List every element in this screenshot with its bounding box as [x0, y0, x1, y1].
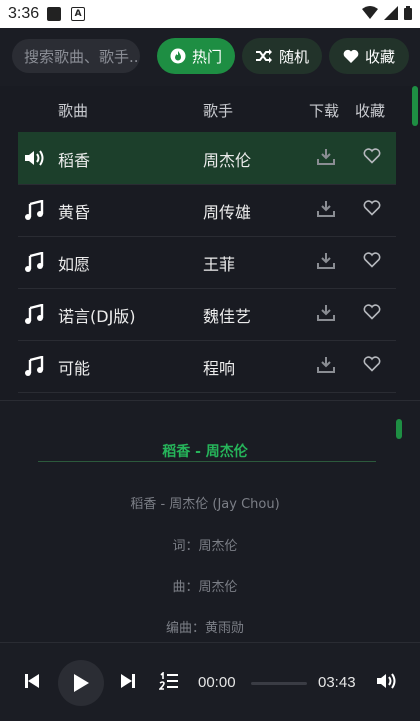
- volume-icon: [377, 673, 396, 689]
- current-time: 00:00: [198, 674, 236, 691]
- lyric-line: 编曲：黄雨勋: [165, 621, 244, 636]
- previous-button[interactable]: [24, 673, 40, 689]
- song-table: 歌曲 歌手 下载 收藏 稻香 周杰伦 黄昏 周传雄 如愿 王菲 诺言(DJ版) …: [0, 86, 420, 400]
- app-badge-icon: A: [71, 7, 86, 21]
- music-note-icon: [25, 252, 44, 272]
- music-note-icon: [25, 356, 44, 376]
- header-song: 歌曲: [58, 102, 89, 120]
- hot-filter-button[interactable]: 热门: [157, 38, 235, 74]
- lyric-title: 稻香 - 周杰伦: [162, 444, 248, 460]
- volume-button[interactable]: [376, 672, 398, 690]
- shuffle-icon: [255, 49, 272, 63]
- playlist-order-icon: [159, 672, 178, 690]
- song-artist: 周杰伦: [203, 151, 252, 170]
- next-button[interactable]: [120, 673, 136, 689]
- download-icon[interactable]: [317, 356, 335, 374]
- download-icon[interactable]: [317, 304, 335, 322]
- favorites-filter-label: 收藏: [364, 47, 395, 66]
- top-toolbar: 搜索歌曲、歌手... 热门 随机 收藏: [0, 28, 420, 86]
- favorite-heart-icon[interactable]: [363, 252, 381, 268]
- favorites-filter-button[interactable]: 收藏: [329, 38, 409, 74]
- song-title: 如愿: [58, 255, 91, 274]
- favorite-heart-icon[interactable]: [363, 200, 381, 216]
- lyric-line: 词：周杰伦: [172, 539, 238, 554]
- play-icon: [74, 674, 89, 692]
- play-button[interactable]: [58, 660, 104, 706]
- volume-icon: [25, 150, 44, 166]
- download-icon[interactable]: [317, 148, 335, 166]
- signal-icon: [384, 6, 398, 20]
- search-input[interactable]: 搜索歌曲、歌手...: [12, 39, 140, 73]
- header-download: 下载: [309, 102, 340, 120]
- lyric-line: 稻香 - 周杰伦 (Jay Chou): [130, 497, 280, 512]
- table-row[interactable]: 诺言(DJ版) 魏佳艺: [18, 288, 396, 341]
- download-icon[interactable]: [317, 252, 335, 270]
- random-filter-button[interactable]: 随机: [242, 38, 322, 74]
- skip-next-icon: [121, 674, 135, 688]
- song-artist: 魏佳艺: [203, 307, 252, 326]
- song-title: 可能: [58, 359, 91, 378]
- playlist-button[interactable]: [159, 672, 179, 690]
- header-artist: 歌手: [203, 102, 234, 120]
- song-title: 稻香: [58, 151, 91, 170]
- table-row[interactable]: 稻香 周杰伦: [18, 132, 396, 185]
- lyric-divider: [38, 461, 376, 462]
- player-bar: 00:00 03:43: [0, 642, 420, 721]
- song-artist: 程响: [203, 359, 236, 378]
- song-title: 黄昏: [58, 203, 91, 222]
- favorite-heart-icon[interactable]: [363, 304, 381, 320]
- song-list-scrollbar[interactable]: [412, 86, 418, 126]
- flame-icon: [170, 48, 186, 64]
- table-row[interactable]: 黄昏 周传雄: [18, 184, 396, 237]
- download-icon[interactable]: [317, 200, 335, 218]
- hot-filter-label: 热门: [191, 47, 222, 66]
- lyrics-scrollbar[interactable]: [396, 419, 402, 439]
- song-artist: 王菲: [203, 255, 236, 274]
- table-header: 歌曲 歌手 下载 收藏: [0, 86, 420, 132]
- header-favorite: 收藏: [355, 102, 386, 120]
- heart-icon: [343, 49, 359, 63]
- favorite-heart-icon[interactable]: [363, 356, 381, 372]
- table-row[interactable]: 如愿 王菲: [18, 236, 396, 289]
- random-filter-label: 随机: [278, 47, 309, 66]
- lyrics-panel: 稻香 - 周杰伦 稻香 - 周杰伦 (Jay Chou) 词：周杰伦 曲：周杰伦…: [0, 400, 420, 643]
- music-note-icon: [25, 304, 44, 324]
- favorite-heart-icon[interactable]: [363, 148, 381, 164]
- wifi-icon: [362, 6, 378, 19]
- duration: 03:43: [318, 674, 356, 691]
- lyric-line: 曲：周杰伦: [172, 580, 238, 595]
- progress-bar[interactable]: [251, 682, 307, 685]
- status-time: 3:36: [8, 5, 40, 22]
- skip-previous-icon: [25, 674, 39, 688]
- status-bar: 3:36 A: [0, 0, 420, 28]
- music-note-icon: [25, 200, 44, 220]
- search-placeholder: 搜索歌曲、歌手...: [24, 47, 140, 66]
- song-title: 诺言(DJ版): [58, 307, 136, 326]
- battery-icon: [404, 6, 412, 20]
- table-row[interactable]: 可能 程响: [18, 340, 396, 393]
- notification-icon: [47, 7, 62, 21]
- song-artist: 周传雄: [203, 203, 252, 222]
